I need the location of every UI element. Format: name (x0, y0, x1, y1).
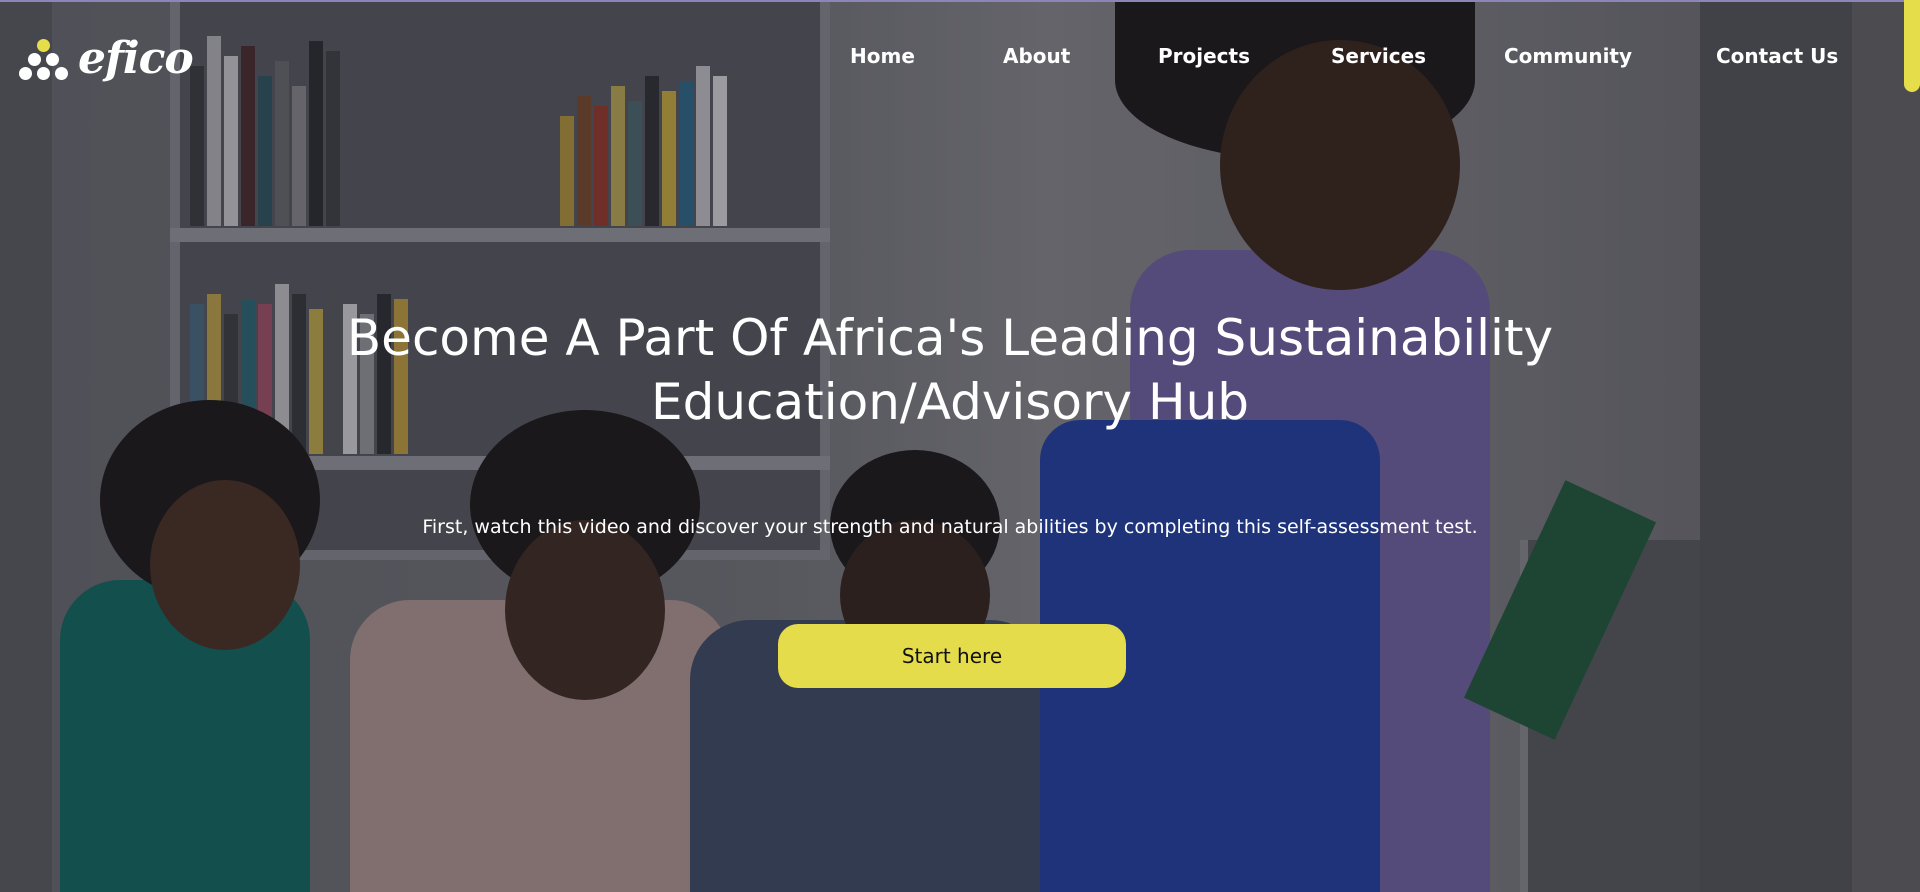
nav-about[interactable]: About (1003, 44, 1070, 68)
hero-subtitle: First, watch this video and discover you… (422, 516, 1478, 538)
nav-community[interactable]: Community (1504, 44, 1632, 68)
page: efico Home About Projects Services Commu… (0, 0, 1920, 892)
nav-services[interactable]: Services (1331, 44, 1426, 68)
start-here-button[interactable]: Start here (778, 624, 1126, 688)
hero-title: Become A Part Of Africa's Leading Sustai… (260, 306, 1640, 434)
hero-title-line-1: Become A Part Of Africa's Leading Sustai… (346, 309, 1554, 367)
site-header: efico Home About Projects Services Commu… (0, 0, 1920, 120)
nav-projects[interactable]: Projects (1158, 44, 1250, 68)
logo-wordmark: efico (78, 33, 194, 84)
top-border (0, 0, 1920, 2)
scrollbar-thumb[interactable] (1904, 0, 1920, 92)
logo-dots-icon (18, 35, 70, 83)
nav-home[interactable]: Home (850, 44, 915, 68)
hero-title-line-2: Education/Advisory Hub (650, 373, 1250, 431)
site-logo[interactable]: efico (18, 33, 194, 84)
hero-dark-overlay (0, 0, 1920, 892)
nav-contact-us[interactable]: Contact Us (1716, 44, 1838, 68)
